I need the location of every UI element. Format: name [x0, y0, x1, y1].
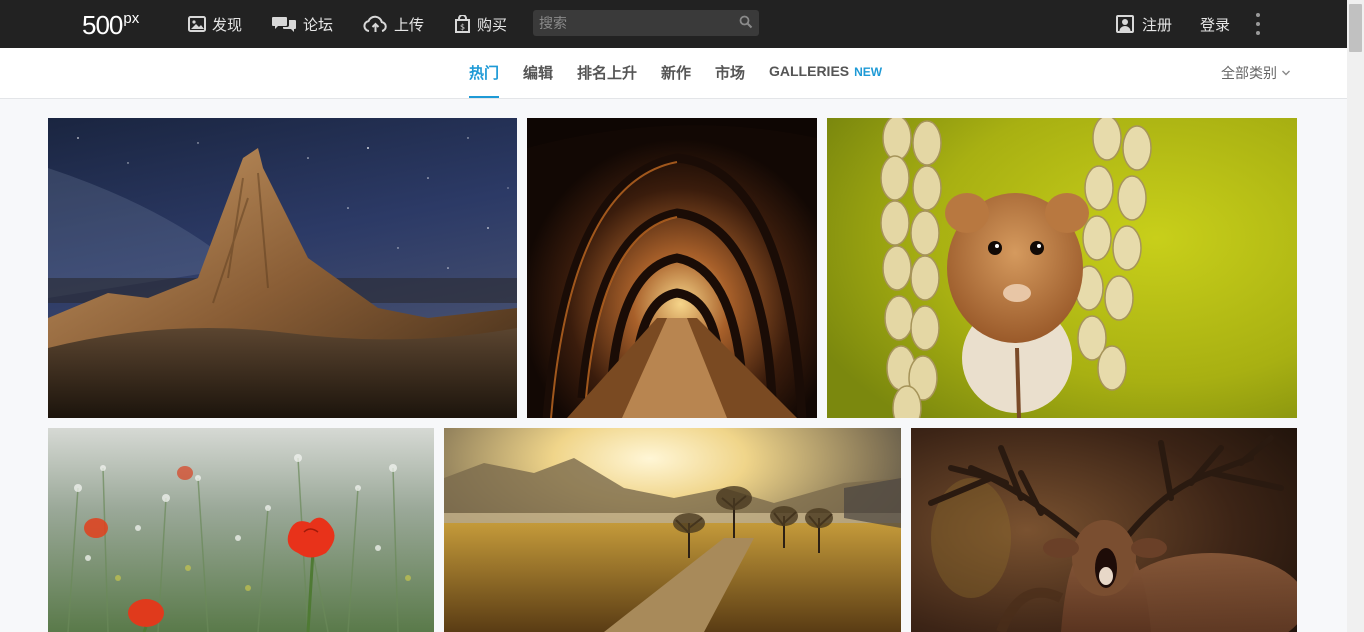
logo-text: 500 — [82, 10, 123, 40]
nav-upload[interactable]: 上传 — [363, 12, 424, 36]
photo-image — [48, 428, 434, 632]
photo-image — [911, 428, 1297, 632]
tab-upcoming[interactable]: 排名上升 — [577, 62, 637, 84]
tab-upcoming-label: 排名上升 — [577, 65, 638, 82]
photo-roaring-stag[interactable] — [911, 428, 1297, 632]
new-badge: NEW — [854, 65, 883, 79]
tab-fresh-label: 新作 — [661, 65, 692, 82]
photo-image — [827, 118, 1297, 418]
photo-image — [48, 118, 517, 418]
photo-harvest-mouse[interactable] — [827, 118, 1297, 418]
vertical-dots-icon[interactable] — [1255, 13, 1261, 35]
page-scrollbar[interactable] — [1347, 0, 1364, 632]
cloud-upload-icon — [363, 15, 387, 32]
svg-text:$: $ — [460, 23, 465, 32]
search-input[interactable] — [539, 10, 729, 36]
search-box — [533, 10, 759, 36]
tab-popular[interactable]: 热门 — [469, 62, 500, 98]
tab-galleries[interactable]: GALLERIES NEW — [769, 63, 882, 85]
tab-galleries-label: GALLERIES — [769, 63, 850, 79]
dot — [1256, 13, 1260, 17]
nav-discover[interactable]: 发现 — [188, 12, 242, 36]
search-icon[interactable] — [739, 15, 753, 29]
tab-market-label: 市场 — [715, 65, 746, 82]
top-navigation-bar: 500 px 发现 论坛 上传 $ 购买 搜索 注册 登录 — [0, 0, 1347, 48]
photo-red-poppies[interactable] — [48, 428, 434, 632]
dot — [1256, 31, 1260, 35]
tab-editors-label: 编辑 — [523, 65, 554, 82]
category-dropdown[interactable]: 全部类别 — [1221, 63, 1291, 83]
logo-superscript: px — [123, 10, 140, 27]
scrollbar-thumb[interactable] — [1349, 4, 1362, 52]
register-link[interactable]: 注册 — [1116, 12, 1172, 36]
nav-discover-label: 发现 — [212, 16, 243, 34]
tab-popular-label: 热门 — [469, 65, 500, 82]
nav-buy-label: 购买 — [477, 16, 508, 34]
photo-image — [444, 428, 901, 632]
category-label: 全部类别 — [1221, 65, 1277, 81]
tab-editors[interactable]: 编辑 — [523, 62, 553, 84]
chat-bubbles-icon — [272, 17, 296, 32]
nav-buy[interactable]: $ 购买 — [454, 12, 507, 36]
category-tabs-bar: 热门 编辑 排名上升 新作 市场 GALLERIES NEW 全部类别 — [0, 48, 1347, 99]
photo-golden-valley-road[interactable] — [444, 428, 901, 632]
500px-logo[interactable]: 500 px — [82, 8, 139, 40]
photo-tree-tunnel[interactable] — [527, 118, 817, 418]
login-link[interactable]: 登录 — [1200, 12, 1230, 36]
shopping-bag-icon: $ — [455, 15, 470, 33]
tab-fresh[interactable]: 新作 — [661, 62, 691, 84]
photo-image — [527, 118, 817, 418]
tab-market[interactable]: 市场 — [715, 62, 745, 84]
dot — [1256, 22, 1260, 26]
nav-upload-label: 上传 — [394, 16, 425, 34]
photo-desert-butte[interactable] — [48, 118, 517, 418]
chevron-down-icon — [1282, 70, 1290, 76]
register-label: 注册 — [1142, 16, 1173, 34]
nav-forum-label: 论坛 — [303, 16, 334, 34]
nav-forum[interactable]: 论坛 — [272, 12, 333, 36]
image-icon — [188, 16, 206, 32]
user-icon — [1116, 15, 1134, 33]
login-label: 登录 — [1200, 16, 1231, 34]
